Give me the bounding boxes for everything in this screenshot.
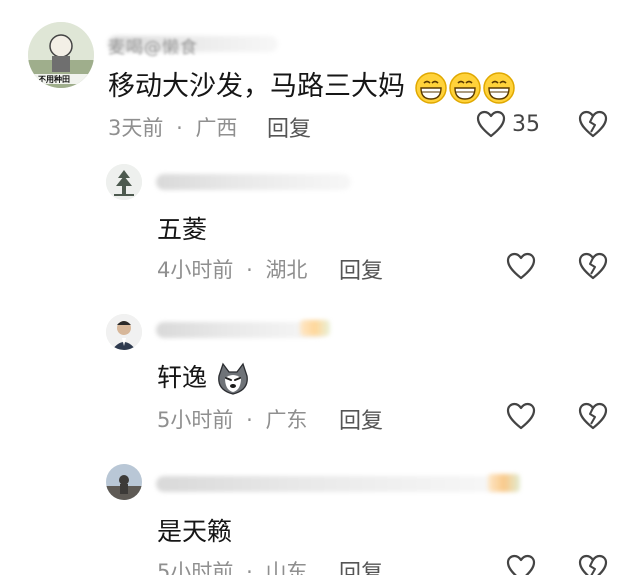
comment-time: 5小时前	[157, 560, 234, 575]
meta-separator: ·	[246, 258, 253, 282]
meta-separator: ·	[246, 560, 253, 575]
comment-location: 广东	[265, 408, 308, 432]
broken-heart-icon	[578, 252, 608, 280]
author-name-blurred[interactable]	[156, 476, 496, 492]
comment-location: 山东	[265, 560, 308, 575]
reply-comment-item: 是天籁 5小时前 · 山东 回复	[0, 450, 640, 575]
name-blur-color-accent	[488, 474, 520, 492]
reply-comment-item: 五菱 4小时前 · 湖北 回复	[0, 150, 640, 290]
broken-heart-icon	[578, 402, 608, 430]
reply-button[interactable]: 回复	[339, 403, 383, 435]
avatar-image	[106, 314, 142, 350]
avatar[interactable]: 不用种田	[28, 22, 94, 88]
comment-text: 五菱	[157, 215, 208, 244]
like-count: 35	[512, 111, 540, 137]
like-button[interactable]	[506, 402, 536, 430]
dislike-button[interactable]	[578, 554, 608, 575]
comment-meta: 4小时前 · 湖北	[157, 254, 307, 284]
comment-time: 4小时前	[157, 258, 234, 282]
comment-text: 移动大沙发，马路三大妈	[108, 64, 516, 105]
comment-meta: 3天前 · 广西	[108, 112, 237, 142]
reply-button[interactable]: 回复	[267, 111, 311, 143]
grin-emoji	[448, 71, 481, 104]
dislike-button[interactable]	[578, 110, 608, 142]
comment-text: 轩逸	[157, 358, 251, 396]
like-button[interactable]	[506, 252, 536, 280]
dislike-button[interactable]	[578, 252, 608, 284]
comment-time: 5小时前	[157, 408, 234, 432]
grin-emoji	[482, 71, 515, 104]
grin-emoji	[414, 71, 447, 104]
comment-location: 广西	[195, 116, 238, 140]
reply-button[interactable]: 回复	[339, 253, 383, 285]
husky-emoji	[218, 362, 248, 395]
comment-time: 3天前	[108, 116, 164, 140]
broken-heart-icon	[578, 554, 608, 575]
comment-meta: 5小时前 · 山东	[157, 556, 307, 575]
avatar-image	[106, 464, 142, 500]
reply-button[interactable]: 回复	[339, 555, 383, 575]
like-button[interactable]: 35	[476, 110, 540, 138]
avatar-caption: 不用种田	[38, 75, 70, 84]
comment-item: 不用种田 麦喝@懒食 移动大沙发，马路三大妈 3天前 · 广西 回复 35	[0, 0, 640, 150]
avatar[interactable]	[106, 314, 142, 350]
reply-comment-item: 轩逸 5小时前 · 广东 回复	[0, 300, 640, 450]
name-blur-color-accent	[300, 320, 330, 336]
avatar-image	[106, 164, 142, 200]
like-button[interactable]	[506, 554, 536, 575]
comment-location: 湖北	[265, 258, 308, 282]
grin-emoji-group	[414, 71, 515, 104]
avatar[interactable]	[106, 164, 142, 200]
comment-meta: 5小时前 · 广东	[157, 404, 307, 434]
heart-icon	[476, 110, 506, 138]
heart-icon	[506, 402, 536, 430]
author-name-blurred[interactable]	[156, 174, 351, 190]
comment-text: 是天籁	[157, 517, 233, 546]
meta-separator: ·	[246, 408, 253, 432]
author-name[interactable]: 麦喝@懒食	[108, 33, 198, 58]
avatar[interactable]	[106, 464, 142, 500]
broken-heart-icon	[578, 110, 608, 138]
heart-icon	[506, 554, 536, 575]
dislike-button[interactable]	[578, 402, 608, 434]
heart-icon	[506, 252, 536, 280]
meta-separator: ·	[176, 116, 183, 140]
